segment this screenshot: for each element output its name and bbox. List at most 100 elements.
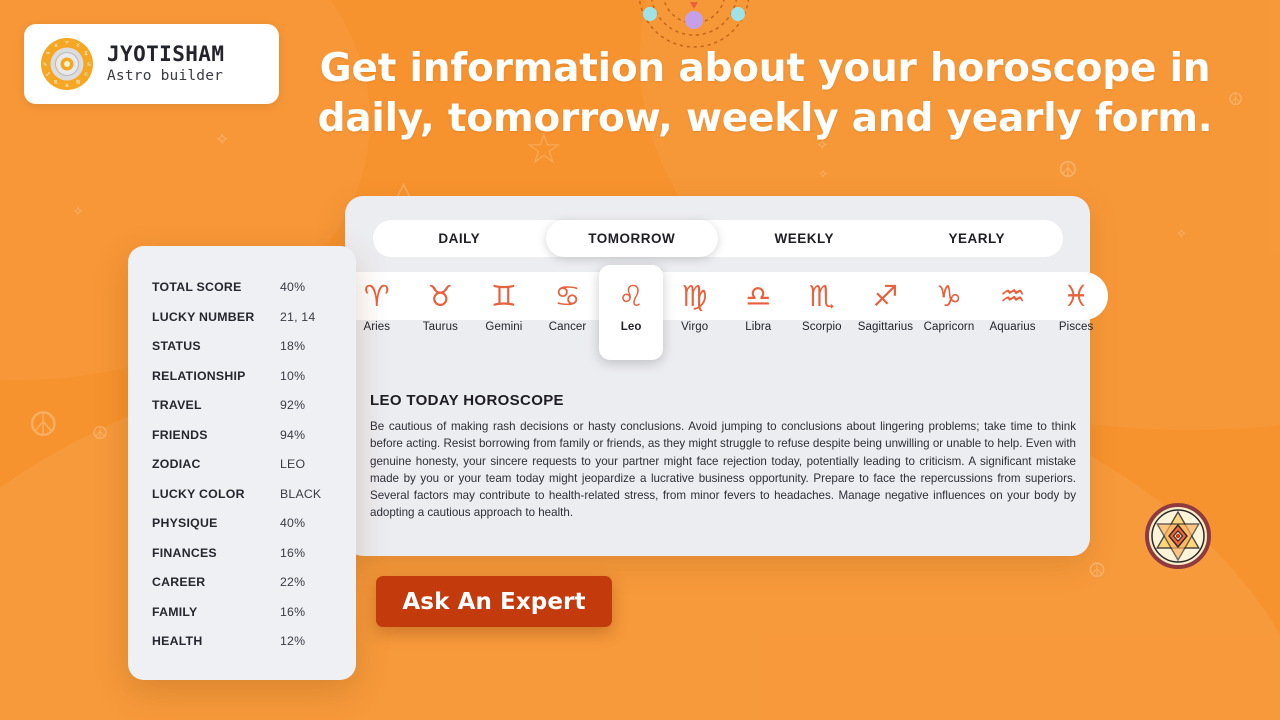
- libra-scales-icon: ♎: [745, 279, 772, 313]
- zodiac-item-pisces[interactable]: ♓ Pisces: [1044, 272, 1108, 350]
- brand-logo-card[interactable]: ♈ ♉ ♊ ♋ ♌ ♍ ♎ ♏ ♐ ♑ ♒ ♓ JYOTISHAM Astro builde…: [24, 24, 279, 104]
- sparkle-icon: ✧: [215, 130, 230, 150]
- page-headline: Get information about your horoscope in …: [317, 46, 1213, 141]
- brand-tagline: Astro builder: [107, 67, 224, 84]
- swastika-icon: ☮: [1228, 90, 1244, 110]
- zodiac-sign-selector: ♈ Aries ♉ Taurus ♊ Gemini ♋ Cancer ♌ Leo ♍ Virgo ♎ Li…: [345, 265, 1108, 360]
- svg-text:♌: ♌: [84, 72, 88, 78]
- sparkle-icon: ✧: [1176, 227, 1187, 242]
- zodiac-item-libra[interactable]: ♎ Libra: [726, 272, 790, 350]
- zodiac-item-label: Leo: [620, 321, 642, 333]
- stat-row: ZODIAC LEO: [152, 457, 332, 487]
- horoscope-stats-panel: TOTAL SCORE 40% LUCKY NUMBER 21, 14 STATUS 18…: [128, 246, 356, 680]
- zodiac-item-label: Aries: [363, 321, 391, 333]
- leo-lion-icon: ♌: [618, 279, 645, 313]
- tab-tomorrow[interactable]: TOMORROW: [545, 220, 718, 257]
- scorpio-scorpion-icon: ♏: [808, 279, 835, 313]
- ask-an-expert-button[interactable]: Ask An Expert: [376, 576, 612, 627]
- stat-row: PHYSIQUE 40%: [152, 516, 332, 546]
- zodiac-item-label: Taurus: [422, 321, 458, 333]
- period-tab-bar: DAILY TOMORROW WEEKLY YEARLY: [373, 220, 1063, 257]
- horoscope-title: LEO TODAY HOROSCOPE: [370, 392, 564, 409]
- stat-value: 22%: [280, 575, 306, 589]
- tab-daily[interactable]: DAILY: [373, 220, 546, 257]
- horoscope-body-text: Be cautious of making rash decisions or …: [370, 420, 1076, 520]
- svg-text:♒: ♒: [46, 51, 51, 57]
- zodiac-wheel-icon: ♈ ♉ ♊ ♋ ♌♍ ♎ ♏ ♐ ♑ ♒♓: [41, 38, 93, 90]
- zodiac-item-label: Capricorn: [923, 321, 975, 333]
- zodiac-item-gemini[interactable]: ♊ Gemini: [472, 272, 536, 350]
- stat-label: CAREER: [152, 575, 206, 589]
- sagittarius-bow-icon: ♐: [872, 279, 899, 313]
- zodiac-item-aquarius[interactable]: ♒ Aquarius: [981, 272, 1045, 350]
- mandala-hexagram-icon: [1145, 503, 1211, 569]
- sparkle-icon: ✧: [818, 167, 829, 181]
- svg-text:♊: ♊: [84, 51, 89, 57]
- stat-row: FRIENDS 94%: [152, 428, 332, 458]
- capricorn-goat-icon: ♑: [935, 279, 962, 313]
- stat-label: LUCKY NUMBER: [152, 309, 255, 324]
- stat-value: 16%: [280, 604, 306, 619]
- stat-row: FINANCES 16%: [152, 546, 332, 576]
- zodiac-item-label: Sagittarius: [857, 321, 914, 333]
- zodiac-item-taurus[interactable]: ♉ Taurus: [409, 272, 473, 350]
- stat-label: RELATIONSHIP: [152, 368, 246, 383]
- stat-value: 94%: [280, 427, 306, 442]
- virgo-maiden-icon: ♍: [681, 279, 708, 313]
- stat-value: 16%: [280, 545, 306, 560]
- aquarius-water-bearer-icon: ♒: [999, 279, 1026, 313]
- zodiac-item-leo[interactable]: ♌ Leo: [599, 265, 663, 360]
- stat-value: 40%: [280, 280, 306, 294]
- stat-label: ZODIAC: [152, 457, 201, 471]
- stat-value: 21, 14: [280, 309, 316, 324]
- tab-yearly[interactable]: YEARLY: [891, 220, 1064, 257]
- stat-value: 92%: [280, 398, 306, 412]
- stat-label: LUCKY COLOR: [152, 486, 245, 501]
- tab-label: YEARLY: [948, 231, 1006, 246]
- zodiac-item-label: Cancer: [548, 321, 587, 333]
- zodiac-item-sagittarius[interactable]: ♐ Sagittarius: [854, 272, 918, 350]
- swastika-icon: ☮: [1088, 558, 1106, 582]
- tab-label: DAILY: [438, 231, 481, 246]
- celestial-orbit-icon: [638, 0, 750, 48]
- zodiac-item-label: Gemini: [485, 321, 523, 333]
- stat-value: LEO: [280, 457, 306, 471]
- pisces-fish-icon: ♓: [1063, 279, 1090, 313]
- zodiac-item-cancer[interactable]: ♋ Cancer: [536, 272, 600, 350]
- stat-value: BLACK: [280, 486, 322, 501]
- stat-row: FAMILY 16%: [152, 605, 332, 635]
- zodiac-item-label: Pisces: [1058, 321, 1094, 333]
- zodiac-item-virgo[interactable]: ♍ Virgo: [663, 272, 727, 350]
- stat-row: HEALTH 12%: [152, 634, 332, 664]
- stat-value: 40%: [280, 516, 306, 530]
- svg-text:♉: ♉: [76, 43, 81, 49]
- stat-label: PHYSIQUE: [152, 516, 218, 530]
- tab-label: TOMORROW: [588, 231, 676, 246]
- zodiac-item-capricorn[interactable]: ♑ Capricorn: [917, 272, 981, 350]
- brand-name: JYOTISHAM: [107, 42, 225, 67]
- stat-label: FAMILY: [152, 604, 198, 619]
- stat-label: FINANCES: [152, 545, 217, 560]
- stat-row: STATUS 18%: [152, 339, 332, 369]
- svg-text:♑: ♑: [43, 62, 47, 68]
- tab-label: WEEKLY: [774, 231, 834, 246]
- sparkle-icon: ✧: [72, 204, 84, 220]
- svg-text:♈: ♈: [65, 41, 70, 47]
- stat-row: LUCKY NUMBER 21, 14: [152, 310, 332, 340]
- stat-label: TRAVEL: [152, 398, 202, 412]
- gemini-twins-icon: ♊: [490, 279, 517, 313]
- zodiac-item-label: Virgo: [681, 321, 709, 333]
- svg-text:♐: ♐: [46, 72, 50, 78]
- cancer-crab-icon: ♋: [554, 279, 581, 313]
- tab-weekly[interactable]: WEEKLY: [718, 220, 891, 257]
- svg-text:♎: ♎: [65, 83, 70, 89]
- swastika-icon: ☮: [28, 405, 59, 445]
- stat-label: STATUS: [152, 339, 201, 353]
- swastika-icon: ☮: [92, 423, 109, 444]
- stat-row: LUCKY COLOR BLACK: [152, 487, 332, 517]
- zodiac-item-scorpio[interactable]: ♏ Scorpio: [790, 272, 854, 350]
- stat-row: RELATIONSHIP 10%: [152, 369, 332, 399]
- taurus-bull-icon: ♉: [427, 279, 454, 313]
- stat-value: 12%: [280, 634, 306, 648]
- svg-text:♋: ♋: [87, 62, 91, 68]
